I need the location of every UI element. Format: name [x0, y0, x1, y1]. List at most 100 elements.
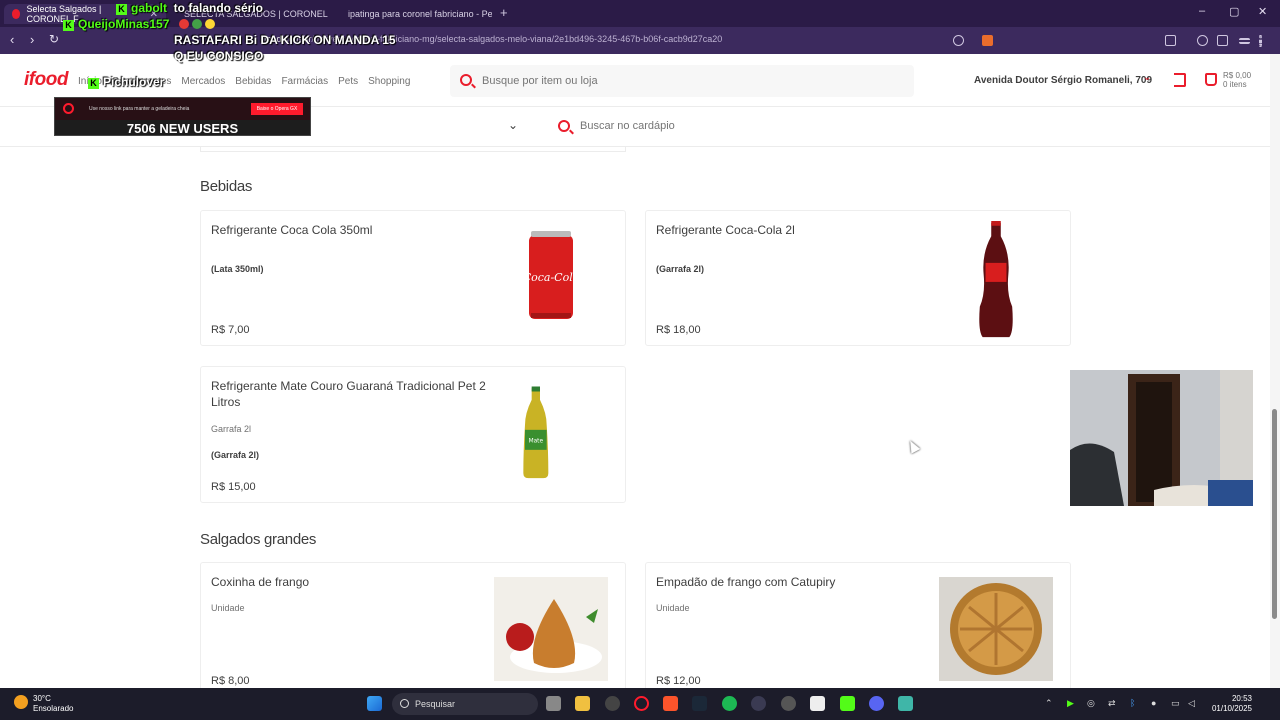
- stream-chat-overlay: Kgabolt to falando sério K QueijoMinas157…: [60, 0, 400, 89]
- search-icon: [558, 120, 570, 132]
- kick-icon: K: [63, 20, 74, 31]
- kick-icon: K: [116, 4, 127, 15]
- coca-cola-bottle-image: [979, 221, 1013, 338]
- coca-cola-can-image: Coca-Cola: [523, 231, 579, 319]
- steam-icon[interactable]: [692, 696, 707, 711]
- volume-icon[interactable]: ◁: [1188, 698, 1195, 709]
- app-icon[interactable]: [605, 696, 620, 711]
- minimize-button[interactable]: –: [1199, 5, 1205, 17]
- forward-icon[interactable]: ›: [30, 32, 34, 47]
- coxinha-image: [494, 577, 608, 681]
- screenshot-icon[interactable]: [1165, 35, 1176, 46]
- tracker-block-icon[interactable]: [953, 35, 964, 46]
- notepad-icon[interactable]: [810, 696, 825, 711]
- more-options-icon[interactable]: [1259, 35, 1262, 47]
- nav-bebidas[interactable]: Bebidas: [235, 76, 271, 87]
- nav-pets[interactable]: Pets: [338, 76, 358, 87]
- opera-gx-icon[interactable]: [634, 696, 649, 711]
- kick-icon: K: [88, 78, 99, 89]
- scrollbar-thumb[interactable]: [1272, 409, 1277, 619]
- taskbar-search[interactable]: Pesquisar: [392, 693, 538, 715]
- product-card[interactable]: Refrigerante Mate Couro Guaraná Tradicio…: [200, 366, 626, 503]
- product-card[interactable]: Refrigerante Coca-Cola 2l (Garrafa 2l) R…: [645, 210, 1071, 346]
- product-name: Refrigerante Mate Couro Guaraná Tradicio…: [211, 379, 486, 409]
- product-detail: (Garrafa 2l): [656, 264, 705, 274]
- back-icon[interactable]: ‹: [10, 32, 14, 47]
- chevron-down-icon[interactable]: ⌄: [1143, 72, 1151, 83]
- network-icon[interactable]: ◎: [1087, 698, 1095, 709]
- mate-couro-bottle-image: Mate: [523, 386, 549, 479]
- section-title-salgados-grandes: Salgados grandes: [200, 531, 317, 548]
- spotify-icon[interactable]: [722, 696, 737, 711]
- menu-search-input[interactable]: [580, 118, 880, 134]
- cart-items: 0 itens: [1223, 80, 1247, 89]
- sync-icon[interactable]: ⇄: [1108, 698, 1116, 709]
- new-tab-button[interactable]: +: [500, 5, 508, 20]
- maximize-button[interactable]: ▢: [1229, 5, 1239, 18]
- webcam-image: [1070, 370, 1253, 506]
- nav-mercados[interactable]: Mercados: [181, 76, 225, 87]
- bluetooth-icon[interactable]: ᛒ: [1130, 698, 1135, 708]
- product-price: R$ 15,00: [211, 481, 256, 493]
- product-name: Empadão de frango com Catupiry: [656, 575, 836, 589]
- brave-shield-icon[interactable]: [982, 35, 993, 46]
- product-card[interactable]: Coxinha de frango Unidade R$ 8,00: [200, 562, 626, 692]
- product-price: R$ 8,00: [211, 675, 250, 687]
- kick-icon[interactable]: [840, 696, 855, 711]
- discord-icon[interactable]: [869, 696, 884, 711]
- task-view-icon[interactable]: [546, 696, 561, 711]
- nav-shopping[interactable]: Shopping: [368, 76, 410, 87]
- bag-icon[interactable]: [1205, 73, 1217, 86]
- page-scrollbar[interactable]: [1270, 54, 1280, 688]
- sidebar-icon[interactable]: [1217, 35, 1228, 46]
- mouse-cursor-icon: [905, 438, 921, 454]
- weather-widget[interactable]: 30°C Ensolarado: [33, 694, 73, 714]
- chat-line: K QueijoMinas157: [60, 16, 400, 32]
- nav-farmacias[interactable]: Farmácias: [281, 76, 328, 87]
- chat-line: Kgabolt to falando sério: [60, 0, 400, 16]
- product-description: Garrafa 2l: [211, 424, 252, 434]
- cart-summary[interactable]: R$ 0,00 0 itens: [1223, 71, 1251, 89]
- store-search: [450, 65, 914, 97]
- ifood-favicon-icon: [12, 9, 21, 19]
- product-price: R$ 12,00: [656, 675, 701, 687]
- download-opera-button: Baixe o Opera GX: [251, 103, 303, 115]
- chevron-up-icon[interactable]: ⌃: [1045, 698, 1053, 709]
- system-clock[interactable]: 20:53 01/10/2025: [1208, 694, 1252, 714]
- new-users-count: 7506 NEW USERS: [126, 121, 239, 136]
- file-explorer-icon[interactable]: [575, 696, 590, 711]
- emote-icon: [178, 19, 189, 29]
- delivery-address[interactable]: Avenida Doutor Sérgio Romaneli, 709: [974, 75, 1152, 86]
- app-icon[interactable]: [781, 696, 796, 711]
- microphone-icon[interactable]: ●: [1151, 698, 1156, 708]
- product-name: Coxinha de frango: [211, 575, 310, 589]
- search-input[interactable]: [482, 72, 882, 90]
- login-icon[interactable]: [1174, 73, 1186, 87]
- opera-ad-strip: Use nosso link para manter a geladeira c…: [55, 98, 310, 120]
- ifood-logo[interactable]: ifood: [24, 69, 68, 91]
- play-icon[interactable]: ▶: [1067, 698, 1074, 709]
- search-icon: [460, 74, 472, 86]
- product-card[interactable]: Refrigerante Coca Cola 350ml (Lata 350ml…: [200, 210, 626, 346]
- product-detail: (Lata 350ml): [211, 264, 264, 274]
- product-detail: (Garrafa 2l): [211, 450, 260, 460]
- close-window-button[interactable]: ✕: [1258, 5, 1267, 18]
- weather-sun-icon[interactable]: [14, 695, 28, 709]
- menu-icon[interactable]: [1239, 38, 1250, 44]
- obs-icon[interactable]: [751, 696, 766, 711]
- wifi-icon[interactable]: ▭: [1171, 698, 1180, 709]
- windows-start-icon[interactable]: [367, 696, 382, 711]
- brave-browser-icon[interactable]: [663, 696, 678, 711]
- chevron-down-icon[interactable]: ⌄: [508, 118, 518, 132]
- reload-icon[interactable]: ↻: [49, 32, 59, 46]
- emote-icon: [204, 19, 215, 29]
- notes-icon[interactable]: [898, 696, 913, 711]
- previous-card-edge: [200, 147, 626, 152]
- music-icon[interactable]: [1197, 35, 1208, 46]
- product-price: R$ 18,00: [656, 324, 701, 336]
- product-card[interactable]: Empadão de frango com Catupiry Unidade R…: [645, 562, 1071, 692]
- product-price: R$ 7,00: [211, 324, 250, 336]
- taskbar: 30°C Ensolarado Pesquisar ⌃ ▶ ◎ ⇄ ᛒ ● ▭ …: [0, 688, 1280, 720]
- new-users-banner: Use nosso link para manter a geladeira c…: [54, 97, 311, 136]
- product-description: Unidade: [211, 603, 245, 613]
